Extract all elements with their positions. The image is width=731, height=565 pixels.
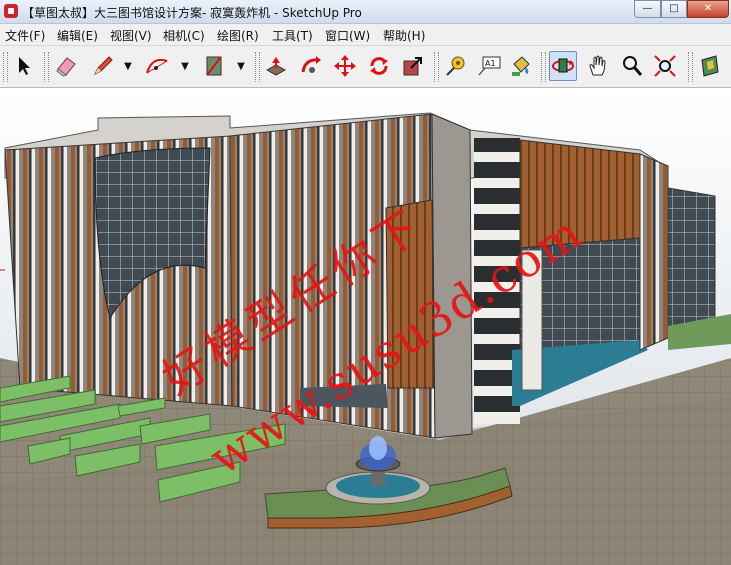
rectangle-icon (206, 56, 222, 76)
menu-window[interactable]: 窗口(W) (325, 27, 370, 44)
text-label-icon: A1 (478, 56, 501, 76)
section-plane-icon (701, 55, 719, 77)
eraser-tool-button[interactable] (52, 51, 80, 81)
pencil-icon (93, 56, 113, 76)
modeling-viewport[interactable]: 好模型任你下 www.susu3d.com (0, 88, 731, 565)
maximize-button[interactable]: □ (661, 0, 687, 18)
text-tool-button[interactable]: A1 (475, 51, 503, 81)
window-title: 【草图太叔】大三图书馆设计方案- 寂寞轰炸机 - SketchUp Pro (22, 6, 362, 20)
menu-camera[interactable]: 相机(C) (163, 27, 205, 44)
pan-tool-button[interactable] (584, 51, 612, 81)
rectangle-dropdown[interactable]: ▼ (234, 60, 248, 74)
toolbar-grip[interactable] (434, 52, 439, 82)
sketchup-app-icon[interactable] (4, 4, 18, 18)
eraser-icon (56, 57, 76, 77)
zoom-icon (623, 56, 643, 76)
menu-bar: 文件(F) 编辑(E) 视图(V) 相机(C) 绘图(R) 工具(T) 窗口(W… (0, 24, 731, 46)
tape-measure-icon (446, 56, 465, 76)
menu-draw[interactable]: 绘图(R) (217, 27, 259, 44)
orbit-icon (552, 58, 574, 73)
scale-tool-button[interactable] (399, 51, 427, 81)
menu-view[interactable]: 视图(V) (110, 27, 152, 44)
arc-icon (146, 58, 168, 74)
follow-me-icon (301, 56, 321, 73)
menu-file[interactable]: 文件(F) (5, 27, 45, 44)
pencil-tool-button[interactable] (89, 51, 117, 81)
tape-measure-tool-button[interactable] (442, 51, 470, 81)
minimize-button[interactable]: — (634, 0, 661, 18)
orbit-tool-button[interactable] (549, 51, 577, 81)
library-model-scene[interactable] (0, 88, 731, 565)
move-tool-button[interactable] (331, 51, 359, 81)
zoom-tool-button[interactable] (618, 51, 646, 81)
menu-edit[interactable]: 编辑(E) (57, 27, 98, 44)
menu-help[interactable]: 帮助(H) (383, 27, 425, 44)
toolbar-grip[interactable] (44, 52, 49, 82)
pencil-dropdown[interactable]: ▼ (121, 60, 135, 74)
push-pull-icon (265, 57, 287, 76)
scale-icon (403, 57, 422, 76)
rotate-icon (370, 57, 388, 75)
title-bar: 【草图太叔】大三图书馆设计方案- 寂寞轰炸机 - SketchUp Pro — … (0, 0, 731, 24)
rectangle-tool-button[interactable] (200, 51, 228, 81)
svg-text:A1: A1 (485, 59, 496, 68)
toolbar-grip[interactable] (688, 52, 693, 82)
zoom-extents-icon (654, 55, 676, 77)
move-icon (334, 55, 356, 77)
toolbar-grip[interactable] (3, 52, 8, 82)
push-pull-tool-button[interactable] (262, 51, 290, 81)
rotate-tool-button[interactable] (365, 51, 393, 81)
select-arrow-icon (19, 57, 30, 75)
arc-dropdown[interactable]: ▼ (178, 60, 192, 74)
main-toolbar: ▼ ▼ ▼ A1 (0, 46, 731, 88)
arc-tool-button[interactable] (143, 51, 171, 81)
paint-bucket-tool-button[interactable] (507, 51, 535, 81)
menu-tools[interactable]: 工具(T) (272, 27, 313, 44)
select-tool-button[interactable] (11, 51, 39, 81)
zoom-extents-tool-button[interactable] (651, 51, 679, 81)
follow-me-tool-button[interactable] (297, 51, 325, 81)
toolbar-grip[interactable] (541, 52, 546, 82)
pan-hand-icon (589, 55, 606, 76)
paint-bucket-icon (512, 56, 530, 76)
far-wing (667, 187, 716, 339)
section-plane-tool-button[interactable] (696, 51, 724, 81)
close-button[interactable]: ✕ (687, 0, 729, 18)
toolbar-grip[interactable] (255, 52, 260, 82)
